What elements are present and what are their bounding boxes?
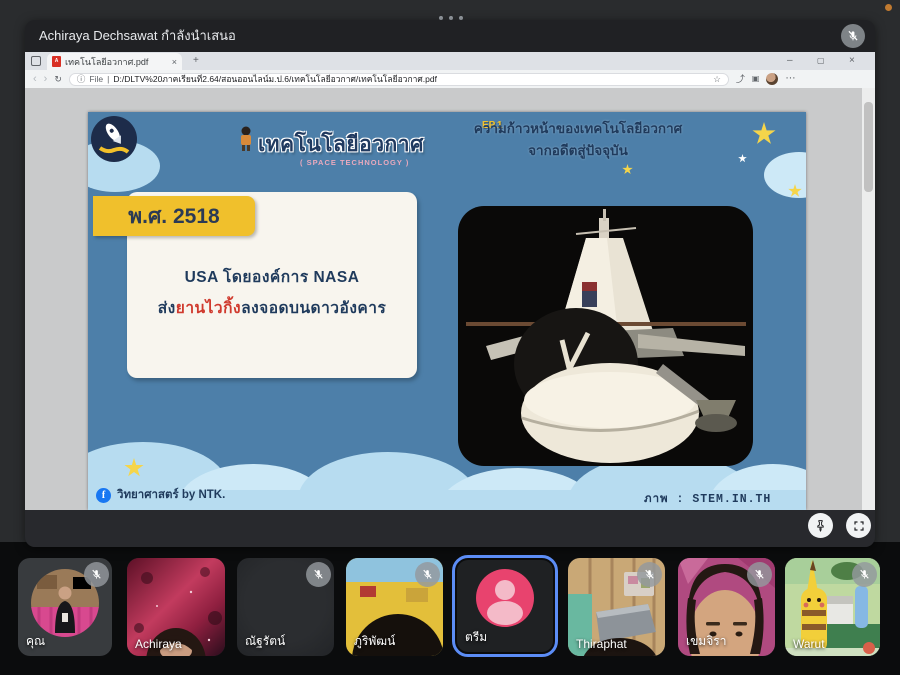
slide-heading-line2: จากอดีตสู่ปัจจุบัน — [448, 140, 708, 162]
slide-heading-line1: ความก้าวหน้าของเทคโนโลยีอวกาศ — [448, 118, 708, 140]
slide-title: เทคโนโลยีอวกาศ — [258, 128, 424, 161]
window-minimize-icon[interactable]: – — [787, 52, 793, 70]
slide-heading: ความก้าวหน้าของเทคโนโลยีอวกาศ จากอดีตสู่… — [448, 118, 708, 162]
image-credit: ภาพ : STEM.IN.TH — [644, 490, 771, 508]
pdf-viewer: เทคโนโลยีอวกาศ EP.1 ( SPACE TECHNOLOGY )… — [25, 88, 875, 510]
pdf-file-icon: A — [52, 56, 61, 67]
participant-name: คุณ — [26, 632, 45, 651]
tab-close-icon[interactable]: × — [172, 53, 177, 71]
vertical-tabs-icon[interactable] — [31, 56, 41, 66]
star-icon — [622, 164, 633, 175]
url-text: D:/DLTV%20ภาคเรียนที่2.64/สอนออนไลน์ม.ป.… — [113, 73, 437, 86]
mic-off-icon — [84, 562, 109, 587]
participant-tile-trim[interactable]: ตรีม — [457, 560, 553, 652]
star-icon — [752, 122, 776, 146]
browser-menu-icon[interactable]: ⋯ — [785, 70, 795, 88]
back-icon[interactable]: ‹ — [33, 73, 37, 85]
participant-name: ภูริพัฒน์ — [354, 632, 395, 651]
new-tab-icon[interactable]: + — [193, 52, 199, 70]
star-icon — [738, 154, 747, 163]
participant-name: Thiraphat — [576, 637, 627, 651]
meet-screen: Achiraya Dechsawat กำลังนำเสนอ A เทคโนโล… — [0, 0, 900, 675]
fact-line-1: USA โดยองค์การ NASA — [127, 264, 417, 289]
bookmark-star-icon[interactable]: ☆ — [713, 74, 721, 85]
cloud-shape — [764, 152, 806, 198]
pdf-scrollbar[interactable] — [862, 88, 875, 510]
participant-avatar — [476, 569, 534, 627]
slide-footer-left: f วิทยาศาสตร์ by NTK. — [96, 486, 225, 504]
participant-name: ตรีม — [465, 628, 487, 647]
collections-icon[interactable]: ▣ — [752, 70, 760, 88]
slide-subtitle: ( SPACE TECHNOLOGY ) — [300, 158, 409, 167]
mic-off-icon — [306, 562, 331, 587]
presenter-mic-off-icon — [841, 24, 865, 48]
participant-tile-khemjira[interactable]: เขมจิรา — [678, 558, 775, 656]
page-info-icon[interactable]: ⓘ — [77, 73, 86, 85]
browser-toolbar: ‹ › ↻ ⓘ File | D:/DLTV%20ภาคเรียนที่2.64… — [25, 70, 875, 88]
forward-icon[interactable]: › — [44, 73, 48, 85]
slide-page-1: เทคโนโลยีอวกาศ EP.1 ( SPACE TECHNOLOGY )… — [88, 112, 806, 510]
fact-line2-highlight: ยานไวกิ้ง — [176, 300, 241, 317]
participant-tile-phuriphat[interactable]: ภูริพัฒน์ — [346, 558, 443, 656]
participant-tile-nattharat[interactable]: ณัฐรัตน์ — [237, 558, 334, 656]
cartoon-kid-figure — [238, 126, 254, 157]
mic-off-icon — [637, 562, 662, 587]
year-banner: พ.ศ. 2518 — [93, 196, 255, 236]
address-bar[interactable]: ⓘ File | D:/DLTV%20ภาคเรียนที่2.64/สอนออ… — [69, 73, 729, 86]
mic-off-icon — [415, 562, 440, 587]
pin-icon — [814, 519, 827, 532]
tab-title: เทคโนโลยีอวกาศ.pdf — [65, 55, 168, 69]
participant-tile-you[interactable]: คุณ — [18, 558, 112, 656]
fullscreen-button[interactable] — [846, 513, 871, 538]
facebook-icon: f — [96, 488, 111, 503]
url-divider: | — [107, 74, 109, 84]
participant-tile-thiraphat[interactable]: Thiraphat — [568, 558, 665, 656]
fact-line2-pre: ส่ง — [158, 300, 176, 317]
channel-logo — [90, 115, 138, 168]
browser-tab-strip: A เทคโนโลยีอวกาศ.pdf × + – ▢ × — [25, 52, 875, 70]
participant-tile-warut[interactable]: Warut — [785, 558, 880, 656]
scrollbar-thumb[interactable] — [864, 102, 873, 192]
fact-line2-post: ลงจอดบนดาวอังคาร — [241, 300, 386, 317]
participant-tile-trim-active[interactable]: ตรีม — [452, 555, 558, 657]
participant-name: ณัฐรัตน์ — [245, 632, 285, 651]
fact-line-2: ส่งยานไวกิ้งลงจอดบนดาวอังคาร — [127, 295, 417, 320]
participant-name: Warut — [793, 637, 825, 651]
participant-tile-achiraya[interactable]: Achiraya — [127, 558, 225, 656]
presenter-banner: Achiraya Dechsawat กำลังนำเสนอ — [25, 20, 875, 52]
browser-tab-pdf[interactable]: A เทคโนโลยีอวกาศ.pdf × — [47, 53, 182, 70]
mic-off-icon — [747, 562, 772, 587]
window-maximize-icon[interactable]: ▢ — [817, 52, 825, 70]
participant-name: Achiraya — [135, 637, 182, 651]
window-close-icon[interactable]: × — [849, 52, 855, 70]
fullscreen-icon — [853, 520, 865, 532]
pin-button[interactable] — [808, 513, 833, 538]
stage-control-bar — [25, 510, 875, 547]
recording-indicator-dot — [885, 4, 892, 11]
screen-share-stage: Achiraya Dechsawat กำลังนำเสนอ A เทคโนโล… — [25, 20, 875, 547]
footer-credit: วิทยาศาสตร์ by NTK. — [117, 486, 225, 504]
mic-off-icon — [852, 562, 877, 587]
url-scheme-label: File — [89, 74, 103, 84]
share-icon[interactable]: ⤴ — [736, 70, 745, 88]
participant-name: เขมจิรา — [686, 632, 726, 651]
browser-profile-avatar[interactable] — [766, 73, 778, 85]
reload-icon[interactable]: ↻ — [54, 70, 62, 88]
viking-lander-image — [458, 206, 753, 466]
